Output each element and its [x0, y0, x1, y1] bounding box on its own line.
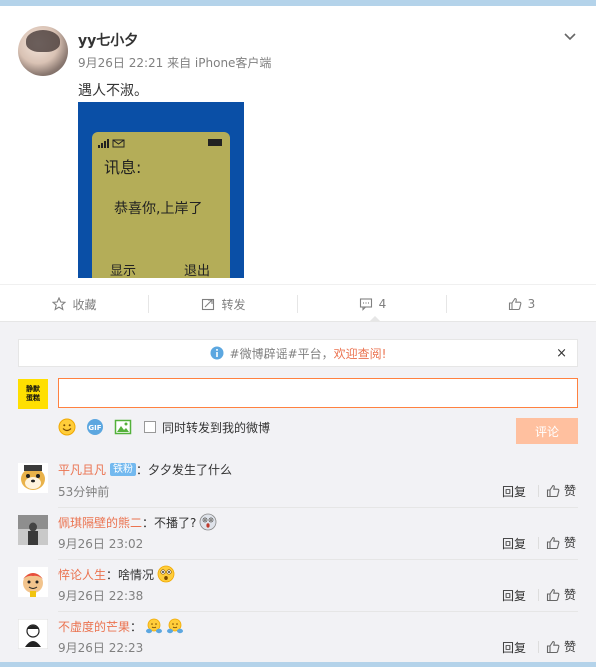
comment-line: 平凡且凡 铁粉 ：夕夕发生了什么 [58, 461, 232, 478]
divider [538, 485, 539, 497]
commenter-name[interactable]: 悴论人生 [58, 566, 106, 583]
fan-badge[interactable]: 铁粉 [110, 463, 137, 476]
divider [538, 589, 539, 601]
sync-label: 同时转发到我的微博 [162, 420, 271, 435]
comment-count: 4 [378, 297, 387, 311]
close-icon[interactable]: × [556, 346, 567, 361]
message-title: 讯息: [104, 158, 142, 177]
comment-line: 不虚度的芒果 ： [58, 617, 184, 635]
comment-item: 不虚度的芒果 ： 9月26日 22:23 回复 赞 [0, 612, 596, 664]
comment-text: ： [130, 619, 143, 634]
notice-text: #微博辟谣#平台， [229, 346, 334, 361]
comment-like-label: 赞 [564, 588, 577, 602]
reply-button[interactable]: 回复 [502, 639, 526, 656]
svg-text:GIF: GIF [88, 424, 101, 432]
commenter-name[interactable]: 不虚度的芒果 [58, 618, 130, 635]
post-text: 遇人不淑。 [78, 83, 148, 99]
comment-like-label: 赞 [564, 484, 577, 498]
reply-button[interactable]: 回复 [502, 535, 526, 552]
repost-label: 转发 [221, 297, 246, 312]
like-count: 3 [527, 297, 536, 311]
comment-item: 平凡且凡 铁粉 ：夕夕发生了什么 53分钟前 回复 赞 [0, 456, 596, 508]
comment-time: 9月26日 22:38 [58, 589, 144, 603]
weibo-card: yy七小夕 9月26日 22:21 来自 iPhone客户端 遇人不淑。 讯息:… [0, 6, 596, 662]
info-icon [210, 346, 224, 360]
comment-input[interactable] [58, 378, 578, 408]
my-avatar-line2: 蛋糕 [26, 394, 40, 402]
repost-icon [202, 298, 215, 311]
star-icon [52, 297, 67, 311]
comment-section: #微博辟谣#平台， 欢迎查阅! × 静默 蛋糕 GIF 同时转发到我的微博 评论… [0, 322, 596, 662]
reply-button[interactable]: 回复 [502, 483, 526, 500]
emoji-icon[interactable] [58, 418, 76, 436]
thumbs-up-icon [546, 484, 560, 497]
commenter-name[interactable]: 平凡且凡 [58, 461, 106, 478]
chevron-down-icon[interactable] [562, 28, 578, 44]
commenter-avatar[interactable] [18, 619, 48, 649]
my-avatar-line1: 静默 [26, 385, 40, 393]
thumbs-up-icon [546, 536, 560, 549]
softkey-right: 退出 [184, 264, 211, 278]
comment-line: 佩琪隔壁的熊二 ：不播了? [58, 513, 217, 531]
comment-like-button[interactable]: 赞 [546, 482, 576, 499]
message-body: 恭喜你,上岸了 [114, 201, 203, 217]
comment-like-button[interactable]: 赞 [546, 638, 576, 655]
notice-link[interactable]: 欢迎查阅! [334, 345, 387, 362]
commenter-avatar[interactable] [18, 515, 48, 545]
gif-icon[interactable]: GIF [86, 418, 104, 436]
signal-icon [98, 139, 125, 148]
comment-text: ：不播了? [142, 515, 197, 530]
hug-emoji-icon [146, 618, 163, 634]
favorite-label: 收藏 [72, 297, 97, 312]
submit-comment-button[interactable]: 评论 [516, 418, 578, 444]
post-image[interactable]: 讯息: 恭喜你,上岸了 显示 退出 [78, 102, 244, 278]
surprised-emoji-icon [157, 565, 175, 583]
favorite-button[interactable]: 收藏 [0, 285, 149, 323]
divider [538, 537, 539, 549]
post-meta: 9月26日 22:21 来自 iPhone客户端 [78, 56, 272, 70]
comment-item: 悴论人生 ：啥情况 9月26日 22:38 回复 赞 [0, 560, 596, 612]
image-icon[interactable] [114, 418, 132, 436]
repost-button[interactable]: 转发 [149, 285, 298, 323]
comment-like-button[interactable]: 赞 [546, 586, 576, 603]
thumbs-up-icon [546, 640, 560, 653]
thumbs-up-icon [546, 588, 560, 601]
comment-time: 53分钟前 [58, 485, 110, 499]
comment-text: ：夕夕发生了什么 [136, 463, 233, 477]
action-bar: 收藏 转发 4 3 [0, 284, 596, 323]
comment-button[interactable]: 4 [298, 285, 447, 323]
hug-emoji-icon [167, 618, 184, 634]
softkey-left: 显示 [110, 264, 137, 278]
comment-like-button[interactable]: 赞 [546, 534, 576, 551]
shocked-emoji-icon [199, 513, 217, 531]
composer-tools: GIF 同时转发到我的微博 [58, 416, 270, 438]
comment-like-label: 赞 [564, 640, 577, 654]
divider [538, 641, 539, 653]
comment-like-label: 赞 [564, 536, 577, 550]
battery-icon [208, 139, 222, 146]
commenter-avatar[interactable] [18, 567, 48, 597]
commenter-name[interactable]: 佩琪隔壁的熊二 [58, 514, 142, 531]
comment-time: 9月26日 23:02 [58, 537, 144, 551]
comment-text: ：啥情况 [106, 567, 155, 582]
commenter-avatar[interactable] [18, 463, 48, 493]
comment-time: 9月26日 22:23 [58, 641, 144, 655]
author-avatar[interactable] [18, 26, 68, 76]
rumor-notice: #微博辟谣#平台， 欢迎查阅! × [18, 339, 578, 367]
reply-button[interactable]: 回复 [502, 587, 526, 604]
post: yy七小夕 9月26日 22:21 来自 iPhone客户端 遇人不淑。 讯息:… [0, 6, 596, 284]
comment-item: 佩琪隔壁的熊二 ：不播了? 9月26日 23:02 回复 赞 [0, 508, 596, 560]
comment-icon [359, 298, 372, 311]
author-name[interactable]: yy七小夕 [78, 30, 138, 50]
phone-screen: 讯息: 恭喜你,上岸了 显示 退出 [92, 132, 230, 278]
my-avatar[interactable]: 静默 蛋糕 [18, 379, 48, 409]
sync-checkbox[interactable] [144, 421, 156, 433]
comment-line: 悴论人生 ：啥情况 [58, 565, 175, 583]
like-button[interactable]: 3 [447, 285, 596, 323]
thumbs-up-icon [508, 297, 522, 311]
